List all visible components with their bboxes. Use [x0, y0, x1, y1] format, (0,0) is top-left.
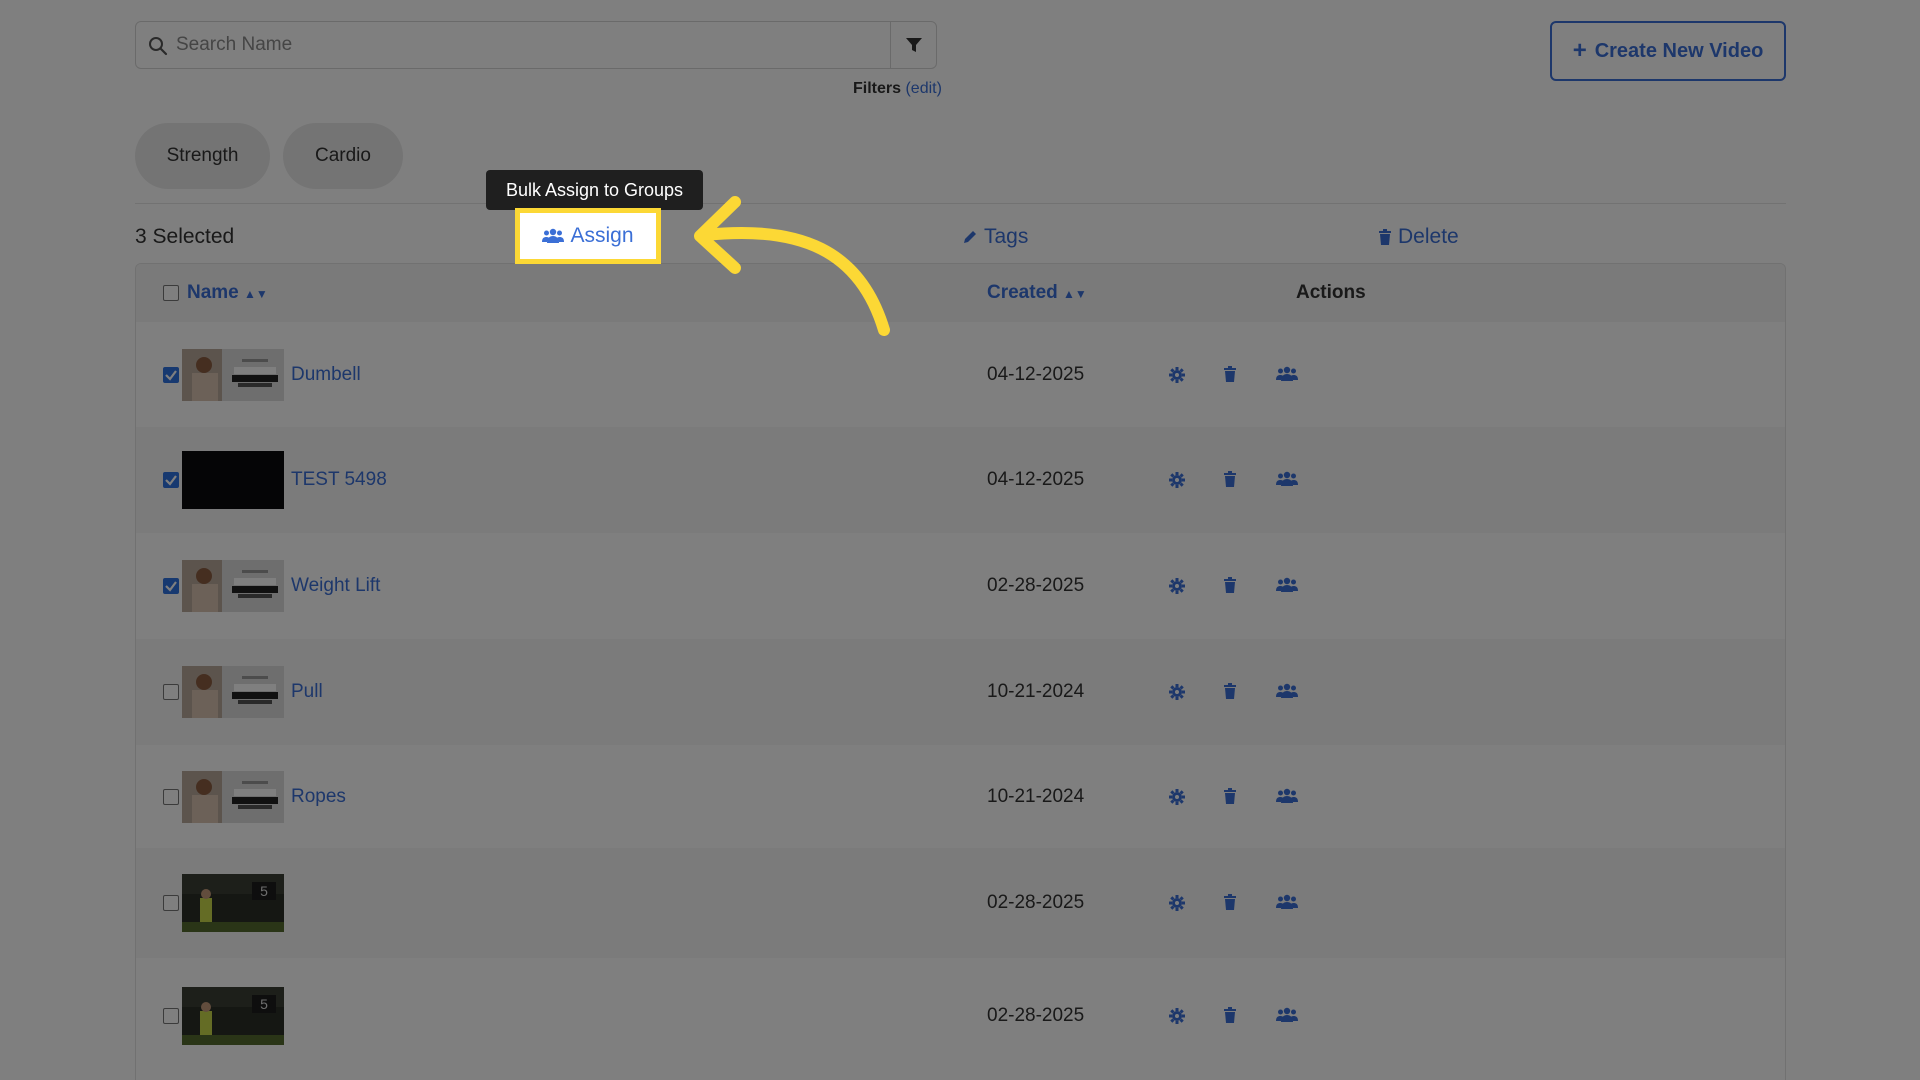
video-library-page: Filters (edit) + Create New Video Streng…: [100, 0, 1820, 1080]
row-checkbox[interactable]: [163, 789, 179, 805]
row-checkbox[interactable]: [163, 578, 179, 594]
video-name-link[interactable]: Dumbell: [291, 364, 361, 386]
video-name-link[interactable]: Pull: [291, 681, 323, 703]
row-checkbox[interactable]: [163, 684, 179, 700]
column-actions-header: Actions: [1296, 282, 1366, 304]
users-icon[interactable]: [1276, 1007, 1296, 1027]
create-new-video-label: Create New Video: [1595, 40, 1764, 63]
bulk-delete-link[interactable]: Delete: [1378, 225, 1459, 249]
check-icon: [164, 368, 178, 382]
users-icon[interactable]: [1276, 471, 1296, 491]
svg-text:5: 5: [260, 883, 268, 899]
created-date: 02-28-2025: [987, 575, 1084, 597]
selected-count: 3 Selected: [135, 225, 234, 249]
video-name-link[interactable]: Ropes: [291, 786, 346, 808]
trash-icon: [1378, 229, 1392, 245]
trash-icon[interactable]: [1223, 1007, 1243, 1027]
video-thumbnail[interactable]: 5: [182, 874, 284, 932]
plus-icon: +: [1573, 37, 1587, 65]
row-checkbox[interactable]: [163, 1008, 179, 1024]
divider: [135, 203, 1786, 204]
search-icon: [148, 36, 168, 56]
table-header: Name ▲▼ Created ▲▼ Actions: [136, 264, 1785, 322]
column-name-label: Name: [187, 282, 239, 303]
check-icon: [164, 473, 178, 487]
select-all-checkbox[interactable]: [163, 285, 179, 301]
users-icon: [542, 228, 564, 244]
sort-icon: ▲▼: [1063, 287, 1087, 301]
tag-chip-cardio[interactable]: Cardio: [283, 123, 403, 189]
gear-icon[interactable]: [1168, 577, 1188, 597]
column-created-header[interactable]: Created ▲▼: [987, 282, 1087, 304]
bulk-assign-button[interactable]: Assign: [515, 208, 661, 264]
trash-icon[interactable]: [1223, 577, 1243, 597]
trash-icon[interactable]: [1223, 683, 1243, 703]
gear-icon[interactable]: [1168, 471, 1188, 491]
users-icon[interactable]: [1276, 366, 1296, 386]
created-date: 10-21-2024: [987, 681, 1084, 703]
row-checkbox[interactable]: [163, 367, 179, 383]
created-date: 04-12-2025: [987, 469, 1084, 491]
row-checkbox[interactable]: [163, 895, 179, 911]
bulk-assign-label: Assign: [570, 224, 633, 248]
check-icon: [164, 579, 178, 593]
column-created-label: Created: [987, 282, 1058, 303]
filters-line: Filters (edit): [853, 80, 942, 98]
users-icon[interactable]: [1276, 683, 1296, 703]
trash-icon[interactable]: [1223, 894, 1243, 914]
video-thumbnail[interactable]: [182, 771, 284, 823]
filter-button[interactable]: [890, 22, 936, 68]
created-date: 02-28-2025: [987, 892, 1084, 914]
table-row[interactable]: 5 02-28-2025: [136, 958, 1785, 1073]
trash-icon[interactable]: [1223, 788, 1243, 808]
bulk-tags-label: Tags: [984, 225, 1028, 249]
created-date: 02-28-2025: [987, 1005, 1084, 1027]
bulk-delete-label: Delete: [1398, 225, 1459, 249]
video-name-link[interactable]: Weight Lift: [291, 575, 380, 597]
video-thumbnail[interactable]: [182, 666, 284, 718]
table-row[interactable]: Dumbell 04-12-2025: [136, 322, 1785, 427]
pencil-icon: [962, 229, 978, 245]
bulk-tags-link[interactable]: Tags: [962, 225, 1028, 249]
created-date: 04-12-2025: [987, 364, 1084, 386]
create-new-video-button[interactable]: + Create New Video: [1550, 21, 1786, 81]
table-row[interactable]: Pull 10-21-2024: [136, 639, 1785, 745]
video-thumbnail[interactable]: 5: [182, 987, 284, 1045]
filter-icon: [905, 36, 923, 54]
row-checkbox[interactable]: [163, 472, 179, 488]
gear-icon[interactable]: [1168, 366, 1188, 386]
video-name-link[interactable]: TEST 5498: [291, 469, 387, 491]
gear-icon[interactable]: [1168, 683, 1188, 703]
bulk-assign-tooltip: Bulk Assign to Groups: [486, 170, 703, 210]
tag-chip-strength[interactable]: Strength: [135, 123, 270, 189]
svg-text:5: 5: [260, 996, 268, 1012]
gear-icon[interactable]: [1168, 894, 1188, 914]
video-thumbnail[interactable]: [182, 451, 284, 509]
trash-icon[interactable]: [1223, 366, 1243, 386]
video-thumbnail[interactable]: [182, 349, 284, 401]
table-row[interactable]: Weight Lift 02-28-2025: [136, 533, 1785, 639]
search-box: [135, 21, 937, 69]
video-thumbnail[interactable]: [182, 560, 284, 612]
search-input[interactable]: [176, 22, 876, 68]
gear-icon[interactable]: [1168, 788, 1188, 808]
trash-icon[interactable]: [1223, 471, 1243, 491]
column-name-header[interactable]: Name ▲▼: [187, 282, 268, 304]
table-row[interactable]: Ropes 10-21-2024: [136, 745, 1785, 848]
filters-label: Filters: [853, 80, 901, 97]
gear-icon[interactable]: [1168, 1007, 1188, 1027]
table-row[interactable]: 5 02-28-2025: [136, 848, 1785, 958]
table-row[interactable]: TEST 5498 04-12-2025: [136, 427, 1785, 533]
users-icon[interactable]: [1276, 894, 1296, 914]
videos-table: Name ▲▼ Created ▲▼ Actions Dumbell 04-12-…: [135, 263, 1786, 1080]
users-icon[interactable]: [1276, 788, 1296, 808]
created-date: 10-21-2024: [987, 786, 1084, 808]
filters-edit-link[interactable]: (edit): [905, 80, 941, 97]
sort-icon: ▲▼: [244, 287, 268, 301]
users-icon[interactable]: [1276, 577, 1296, 597]
